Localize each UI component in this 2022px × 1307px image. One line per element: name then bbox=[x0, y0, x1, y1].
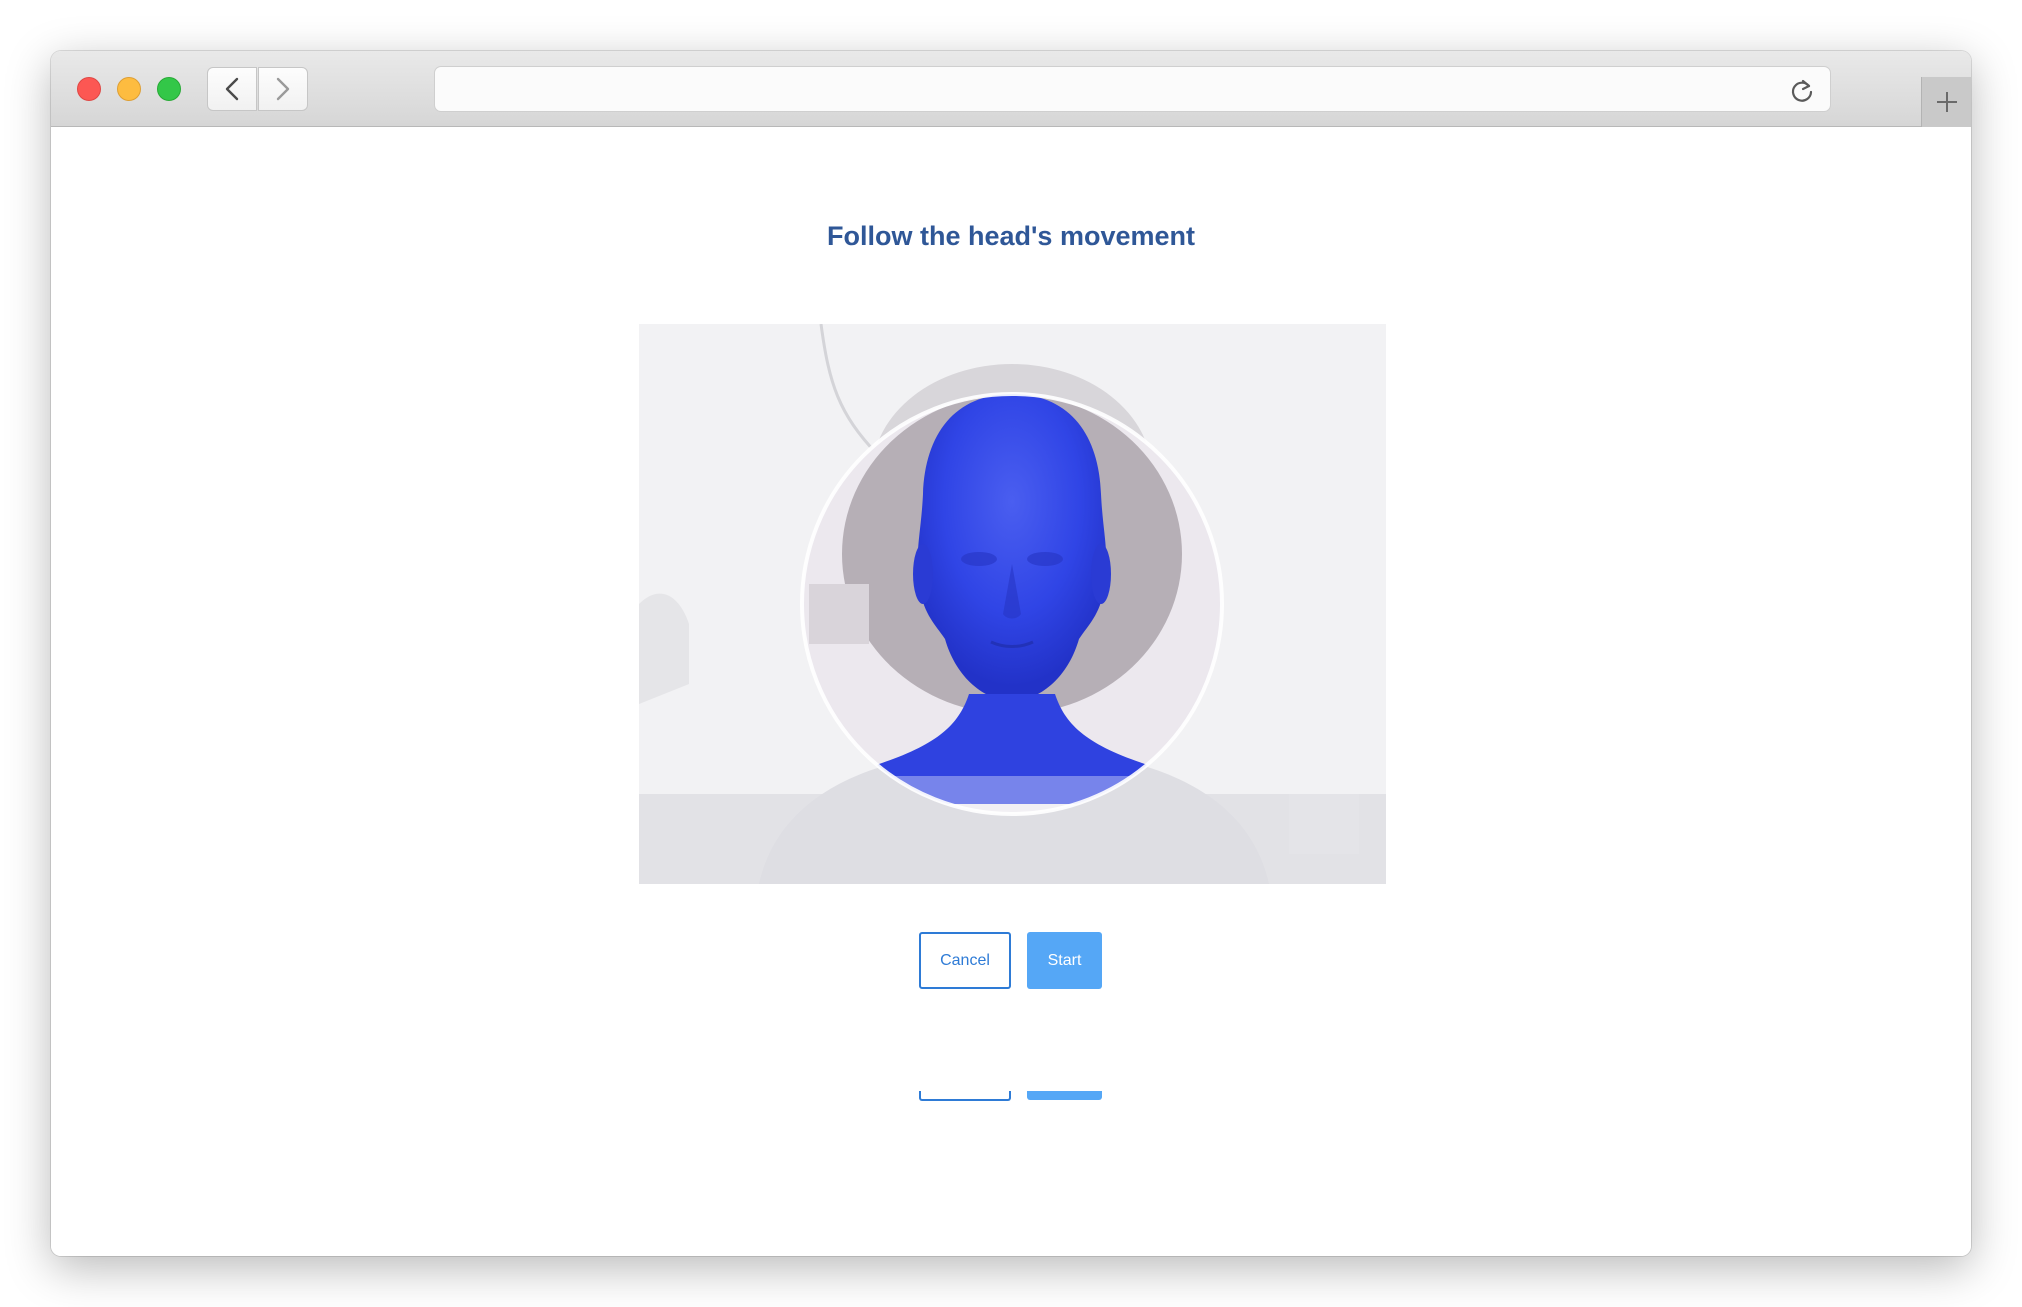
reload-button[interactable] bbox=[1788, 76, 1816, 104]
reload-icon bbox=[1791, 79, 1813, 102]
new-tab-button[interactable] bbox=[1921, 77, 1971, 127]
maximize-window-button[interactable] bbox=[157, 77, 181, 101]
minimize-window-button[interactable] bbox=[117, 77, 141, 101]
cancel-button-duplicate[interactable] bbox=[919, 1091, 1011, 1101]
camera-feed bbox=[639, 324, 1386, 884]
start-button[interactable]: Start bbox=[1027, 932, 1102, 989]
chevron-right-icon bbox=[276, 77, 290, 101]
forward-button[interactable] bbox=[258, 67, 308, 111]
back-button[interactable] bbox=[207, 67, 257, 111]
browser-toolbar bbox=[51, 51, 1971, 127]
browser-window: Follow the head's movement Cancel Start bbox=[51, 51, 1971, 1256]
plus-icon bbox=[1936, 92, 1957, 112]
chevron-left-icon bbox=[225, 77, 239, 101]
close-window-button[interactable] bbox=[77, 77, 101, 101]
page-title: Follow the head's movement bbox=[827, 221, 1195, 251]
page-content: Follow the head's movement Cancel Start bbox=[51, 128, 1971, 1256]
address-bar[interactable] bbox=[434, 66, 1831, 112]
start-button-duplicate[interactable] bbox=[1027, 1091, 1102, 1100]
cancel-button[interactable]: Cancel bbox=[919, 932, 1011, 989]
